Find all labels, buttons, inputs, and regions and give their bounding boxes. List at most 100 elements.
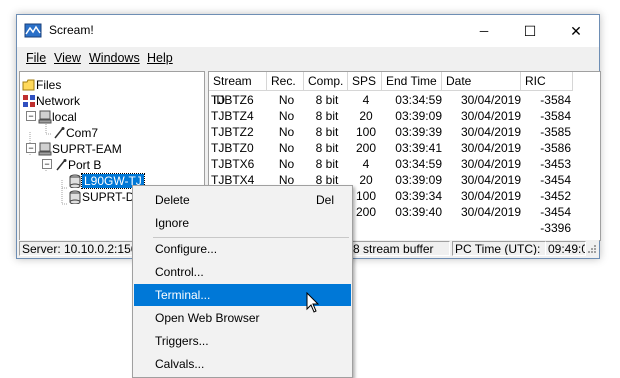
tree-item-local[interactable]: local [38,109,77,125]
cell-sps: 100 [355,125,377,139]
cell-stream-id: TJBTX6 [211,157,255,171]
computer-icon [38,110,52,124]
menu-item-configure[interactable]: Configure... [134,238,351,260]
tree-item-com7[interactable]: Com7 [52,125,98,141]
menu-item-delete-shortcut: Del [316,193,335,207]
tree-item-network[interactable]: Network [22,93,80,109]
cell-end-time: 03:39:09 [395,173,442,187]
table-row[interactable]: TJBTZ4 No 8 bit 20 03:39:09 30/04/2019 -3584 [209,108,573,124]
digitiser-icon [69,174,81,189]
cell-ric: -3584 [540,93,571,107]
column-header-sps[interactable]: SPS [348,72,382,91]
cell-sps: 20 [359,109,373,123]
cell-date: 30/04/2019 [460,157,521,171]
menu-help[interactable]: Help [147,51,173,65]
menu-item-delete[interactable]: Delete Del [134,189,351,211]
cell-date: 30/04/2019 [460,125,521,139]
minimize-button[interactable]: ─ [461,15,507,47]
table-row[interactable]: TJBTZ6 No 8 bit 4 03:34:59 30/04/2019 -3584 [209,92,573,108]
menu-windows-label: Windows [89,51,140,65]
menu-item-control-label: Control... [155,265,204,279]
cell-rec: No [278,93,295,107]
menu-item-calvals-label: Calvals... [155,357,205,371]
table-row[interactable]: TJBTZ0 No 8 bit 200 03:39:41 30/04/2019 -3586 [209,140,573,156]
cell-stream-id: TJBTZ4 [211,109,254,123]
scream-app-icon [24,23,42,38]
minimize-icon: ─ [479,24,489,38]
cell-sps: 200 [355,141,377,155]
tree-collapse-toggle[interactable]: − [26,143,36,153]
cell-date: 30/04/2019 [460,93,521,107]
cell-comp: 8 bit [315,157,339,171]
menu-item-ignore[interactable]: Ignore [134,212,351,234]
cell-date: 30/04/2019 [460,173,521,187]
cell-end-time [384,220,442,236]
menu-file-label: File [26,51,47,65]
cell-rec: No [278,141,295,155]
tree-item-files-label: Files [36,78,62,92]
cell-stream-id: TJBTZ0 [211,141,254,155]
menu-item-configure-label: Configure... [155,242,218,256]
menu-bar: File View Windows Help [17,47,599,69]
menu-item-calvals[interactable]: Calvals... [134,353,351,375]
context-menu: Delete Del Ignore Configure... Control..… [132,185,353,378]
cell-ric: -3453 [540,157,571,171]
tree-item-network-label: Network [36,94,81,108]
tree-collapse-toggle[interactable]: − [26,111,36,121]
column-header-end-time[interactable]: End Time [382,72,442,91]
menu-help-label: Help [147,51,173,65]
mouse-pointer-icon [306,292,320,313]
close-icon: ✕ [570,22,582,39]
status-pc-time-label: PC Time (UTC): [452,241,546,256]
serial-port-icon [56,159,67,171]
column-header-rec[interactable]: Rec. [267,72,304,91]
tree-item-port-b[interactable]: Port B [54,157,101,173]
menu-item-open-web-browser-label: Open Web Browser [155,311,260,325]
menu-file[interactable]: File [26,51,46,65]
cell-end-time: 03:34:59 [395,157,442,171]
menu-item-control[interactable]: Control... [134,261,351,283]
cell-ric: -3584 [540,109,571,123]
cell-end-time: 03:39:39 [395,125,442,139]
close-button[interactable]: ✕ [553,15,599,47]
column-header-comp[interactable]: Comp. [304,72,348,91]
window-title: Scream! [49,23,94,37]
menu-item-terminal-label: Terminal... [155,288,211,302]
cell-comp: 8 bit [315,125,339,139]
menu-item-ignore-label: Ignore [155,216,190,230]
table-row[interactable]: TJBTX6 No 8 bit 4 03:34:59 30/04/2019 -3453 [209,156,573,172]
table-row[interactable]: TJBTZ2 No 8 bit 100 03:39:39 30/04/2019 -3585 [209,124,573,140]
maximize-icon: ☐ [523,22,537,39]
digitiser-icon [69,190,81,205]
title-bar[interactable]: Scream! ─ ☐ ✕ [17,15,599,47]
cell-rec: No [278,125,295,139]
column-header-date[interactable]: Date [442,72,521,91]
tree-item-suprt-eam[interactable]: SUPRT-EAM [38,141,122,157]
cell-sps: 100 [355,189,377,203]
tree-item-local-label: local [52,110,77,124]
menu-view[interactable]: View [54,51,81,65]
tree-collapse-toggle[interactable]: − [42,159,52,169]
column-header-ric[interactable]: RIC [521,72,573,91]
cell-date: 30/04/2019 [460,141,521,155]
computer-icon [38,142,52,156]
cell-end-time: 03:39:41 [395,141,442,155]
cell-date: 30/04/2019 [460,109,521,123]
cell-rec: No [278,109,295,123]
menu-windows[interactable]: Windows [89,51,140,65]
menu-view-label: View [54,51,81,65]
cell-ric: -3454 [540,173,571,187]
tree-item-files[interactable]: Files [22,77,61,93]
folder-icon [22,79,35,91]
cell-ric: -3586 [540,141,571,155]
menu-item-triggers[interactable]: Triggers... [134,330,351,352]
cell-sps: 20 [359,173,373,187]
tree-item-com7-label: Com7 [66,126,99,140]
cell-sps [350,220,382,236]
maximize-button[interactable]: ☐ [507,15,553,47]
cell-ric: -3454 [540,205,571,219]
cell-end-time: 03:39:09 [395,109,442,123]
tree-item-suprt-eam-label: SUPRT-EAM [52,142,122,156]
resize-grip-icon[interactable] [585,244,597,256]
column-header-stream-id[interactable]: Stream ID [209,72,267,107]
